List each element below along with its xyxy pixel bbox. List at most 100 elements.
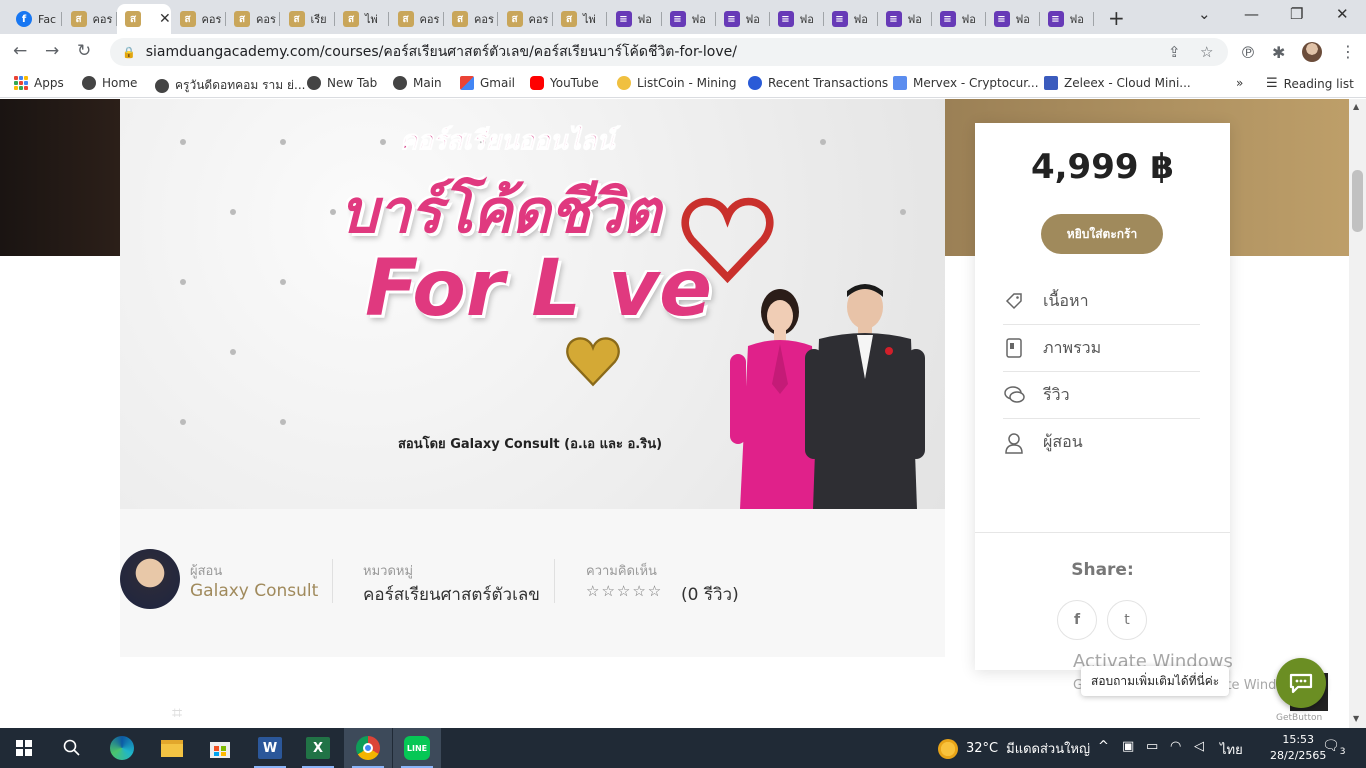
bookmark-mervex[interactable]: Mervex - Cryptocur... xyxy=(893,76,1039,90)
tab-title: ไพ่ xyxy=(583,13,596,26)
browser-tab[interactable]: ≡ ฟอ xyxy=(608,4,662,34)
tab-separator xyxy=(1092,12,1094,26)
pinterest-extension-icon[interactable]: ℗ xyxy=(1240,43,1256,62)
browser-tab[interactable]: ≡ ฟอ xyxy=(716,4,770,34)
battery-icon[interactable]: ▭ xyxy=(1146,739,1158,754)
store-icon[interactable] xyxy=(196,728,244,768)
notification-center-icon[interactable]: 🗨3 xyxy=(1322,738,1346,757)
volume-icon[interactable]: ◁ xyxy=(1194,739,1204,754)
browser-tab[interactable]: ≡ ฟอ xyxy=(824,4,878,34)
system-clock[interactable]: 15:53 28/2/2565 xyxy=(1270,732,1326,764)
minimize-button[interactable]: — xyxy=(1244,5,1259,23)
scrollbar-thumb[interactable] xyxy=(1352,170,1363,232)
browser-tab[interactable]: ≡ ฟอ xyxy=(986,4,1040,34)
browser-tab[interactable]: ส คอร xyxy=(499,4,553,34)
nav-item-reviews[interactable]: รีวิว xyxy=(1003,372,1200,419)
browser-tab[interactable]: ส เรีย xyxy=(281,4,335,34)
back-button[interactable]: ← xyxy=(13,41,27,61)
tab-title: คอร xyxy=(92,13,113,26)
browser-tab[interactable]: ส ไพ่ xyxy=(335,4,389,34)
browser-tab[interactable]: ส คอร xyxy=(63,4,117,34)
excel-icon[interactable]: X xyxy=(294,728,342,768)
restore-button[interactable]: ❐ xyxy=(1290,5,1303,23)
bookmark-youtube[interactable]: YouTube xyxy=(530,76,599,90)
windows-start-icon[interactable] xyxy=(0,728,48,768)
browser-menu-icon[interactable]: ⋮ xyxy=(1340,42,1356,61)
browser-tab[interactable]: ≡ ฟอ xyxy=(770,4,824,34)
weather-widget[interactable]: 32°C มีแดดส่วนใหญ่ xyxy=(938,738,1090,759)
siamduang-icon: ส xyxy=(125,11,141,27)
bookmark-new-tab[interactable]: New Tab xyxy=(307,76,377,90)
share-facebook-button[interactable]: f xyxy=(1057,600,1097,640)
bookmark-label: New Tab xyxy=(327,76,378,90)
scroll-up-arrow[interactable]: ▲ xyxy=(1353,102,1359,111)
extensions-puzzle-icon[interactable]: ✱ xyxy=(1272,43,1285,62)
user-icon xyxy=(1003,432,1025,454)
tray-overflow-icon[interactable]: ^ xyxy=(1098,739,1109,754)
forward-button[interactable]: → xyxy=(45,41,59,61)
reload-button[interactable]: ↻ xyxy=(77,41,91,61)
bookmark-gmail[interactable]: Gmail xyxy=(460,76,515,90)
instructor-name-link[interactable]: Galaxy Consult xyxy=(190,581,318,601)
youtube-icon xyxy=(530,76,544,90)
browser-tab[interactable]: ส คอร xyxy=(444,4,498,34)
chat-widget-button[interactable] xyxy=(1276,658,1326,708)
tab-title: ไพ่ xyxy=(365,13,378,26)
address-bar[interactable]: 🔒 siamduangacademy.com/courses/คอร์สเรีย… xyxy=(110,38,1228,66)
meet-now-icon[interactable]: ▣ xyxy=(1122,739,1134,754)
wifi-icon[interactable]: ◠ xyxy=(1170,739,1181,754)
bookmark-kruwandee[interactable]: ครูวันดีดอทคอม ราม ย่... xyxy=(155,76,305,95)
browser-tab[interactable]: ส ✕ xyxy=(117,4,171,34)
search-icon[interactable] xyxy=(48,728,96,768)
browser-tab[interactable]: ส ไพ่ xyxy=(553,4,607,34)
reading-list-button[interactable]: ☰ Reading list xyxy=(1266,76,1354,91)
close-window-button[interactable]: ✕ xyxy=(1336,5,1349,23)
add-to-cart-button[interactable]: หยิบใส่ตะกร้า xyxy=(1041,214,1163,254)
browser-tab[interactable]: ส คอร xyxy=(172,4,226,34)
share-label: Share: xyxy=(1071,560,1134,580)
nav-item-content[interactable]: เนื้อหา xyxy=(1003,278,1200,325)
browser-tab[interactable]: ≡ ฟอ xyxy=(662,4,716,34)
file-explorer-icon[interactable] xyxy=(148,728,196,768)
category-link[interactable]: คอร์สเรียนศาสตร์ตัวเลข xyxy=(363,581,540,608)
word-icon[interactable]: W xyxy=(246,728,294,768)
getbutton-credit[interactable]: GetButton xyxy=(1276,713,1322,723)
scroll-down-arrow[interactable]: ▼ xyxy=(1353,714,1359,723)
reviews-count: (0 รีวิว) xyxy=(681,585,739,605)
tab-search-icon[interactable]: ⌄ xyxy=(1198,5,1211,23)
tab-title: ฟอ xyxy=(637,13,652,26)
bookmark-apps[interactable]: Apps xyxy=(14,76,64,90)
browser-tab[interactable]: ≡ ฟอ xyxy=(932,4,986,34)
bookmark-label: Recent Transactions xyxy=(768,76,889,90)
nav-item-overview[interactable]: ภาพรวม xyxy=(1003,325,1200,372)
share-twitter-button[interactable]: t xyxy=(1107,600,1147,640)
edge-icon[interactable] xyxy=(98,728,146,768)
bookmark-label: ครูวันดีดอทคอม ราม ย่... xyxy=(175,78,306,92)
bookmark-home[interactable]: Home xyxy=(82,76,137,90)
instructor-label: ผู้สอน xyxy=(190,564,223,579)
nav-item-instructor[interactable]: ผู้สอน xyxy=(1003,419,1200,466)
browser-tab[interactable]: f Fac xyxy=(8,4,62,34)
share-page-icon[interactable]: ⇪ xyxy=(1168,43,1181,61)
browser-tab[interactable]: ส คอร xyxy=(390,4,444,34)
lock-icon[interactable]: 🔒 xyxy=(122,46,136,59)
web-page: คอร์สเรียนออนไลน์ บาร์โค้ดชีวิต For L ve xyxy=(0,99,1366,728)
close-tab-icon[interactable]: ✕ xyxy=(159,11,171,27)
chrome-icon[interactable] xyxy=(344,728,392,768)
line-icon[interactable]: LINE xyxy=(393,728,441,768)
browser-tab[interactable]: ≡ ฟอ xyxy=(878,4,932,34)
bookmark-recent-transactions[interactable]: Recent Transactions xyxy=(748,76,888,90)
tab-title: คอร xyxy=(256,13,276,26)
forms-icon: ≡ xyxy=(723,11,740,27)
browser-tab[interactable]: ≡ ฟอ xyxy=(1040,4,1094,34)
bookmark-zeleex[interactable]: Zeleex - Cloud Mini... xyxy=(1044,76,1191,90)
browser-tab[interactable]: ส คอร xyxy=(226,4,280,34)
bookmark-main[interactable]: Main xyxy=(393,76,442,90)
bookmark-star-icon[interactable]: ☆ xyxy=(1200,43,1213,61)
new-tab-button[interactable]: + xyxy=(1108,6,1125,30)
profile-avatar[interactable] xyxy=(1302,42,1322,62)
bookmarks-overflow-button[interactable]: » xyxy=(1236,76,1243,90)
input-language[interactable]: ไทย xyxy=(1220,739,1243,760)
course-banner-image: คอร์สเรียนออนไลน์ บาร์โค้ดชีวิต For L ve xyxy=(120,99,945,509)
bookmark-listcoin[interactable]: ListCoin - Mining xyxy=(617,76,736,90)
